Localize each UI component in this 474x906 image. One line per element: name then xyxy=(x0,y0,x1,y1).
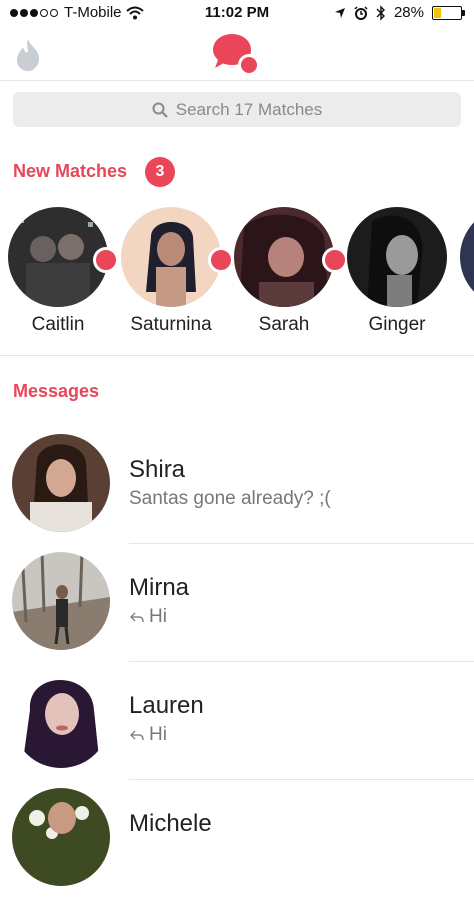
reply-arrow-icon xyxy=(129,612,144,623)
match-name: Caitlin xyxy=(31,314,85,335)
message-preview-text: Hi xyxy=(149,606,167,627)
search-placeholder: Search 17 Matches xyxy=(175,99,323,119)
match-item[interactable]: Caitlin xyxy=(3,207,119,336)
message-preview-text: Santas gone already? ;( xyxy=(129,488,331,509)
message-preview-text: Hi xyxy=(149,724,167,745)
message-sender: Michele xyxy=(129,810,212,837)
chat-bubbles-icon[interactable] xyxy=(212,32,264,78)
new-matches-carousel[interactable]: Caitlin Saturnina Sarah Ginger xyxy=(0,207,474,342)
match-name: Sarah xyxy=(258,314,310,335)
match-item[interactable]: Ginger xyxy=(342,207,452,336)
nav-bar xyxy=(0,28,474,81)
row-separator xyxy=(129,543,474,544)
messages-title: Messages xyxy=(13,381,100,401)
avatar xyxy=(460,207,474,307)
row-separator xyxy=(129,779,474,780)
match-name: S xyxy=(455,314,474,336)
battery-icon xyxy=(432,5,465,20)
match-item[interactable]: S xyxy=(455,207,474,336)
message-sender: Mirna xyxy=(129,574,190,601)
row-separator xyxy=(129,661,474,662)
message-preview: Hi xyxy=(129,724,167,746)
message-row[interactable]: Michele xyxy=(0,788,474,906)
avatar xyxy=(347,207,447,307)
status-right: 28% xyxy=(334,4,465,21)
message-row[interactable]: Shira Santas gone already? ;( xyxy=(0,434,474,552)
avatar xyxy=(234,207,334,307)
alarm-icon xyxy=(354,5,368,20)
reply-arrow-icon xyxy=(129,730,144,741)
avatar xyxy=(121,207,221,307)
location-icon xyxy=(334,7,345,18)
message-preview: Santas gone already? ;( xyxy=(129,488,331,510)
new-matches-title: New Matches xyxy=(13,161,128,181)
avatar xyxy=(12,670,110,768)
bluetooth-icon xyxy=(376,4,385,21)
match-item[interactable]: Sarah xyxy=(229,207,348,336)
message-preview: Hi xyxy=(129,606,167,628)
new-matches-count-badge: 3 xyxy=(145,157,175,187)
avatar xyxy=(12,788,110,886)
battery-label: 28% xyxy=(393,4,424,21)
search-icon xyxy=(152,102,168,118)
message-sender: Shira xyxy=(129,456,186,483)
message-row[interactable]: Lauren Hi xyxy=(0,670,474,788)
section-divider xyxy=(0,355,474,356)
avatar xyxy=(12,434,110,532)
flame-icon[interactable] xyxy=(14,38,42,72)
message-sender: Lauren xyxy=(129,692,204,719)
match-item[interactable]: Saturnina xyxy=(116,207,234,336)
status-bar: T-Mobile 11:02 PM 28% xyxy=(0,0,474,28)
search-input[interactable]: Search 17 Matches xyxy=(13,92,461,127)
match-name: Ginger xyxy=(368,314,426,335)
avatar xyxy=(12,552,110,650)
message-row[interactable]: Mirna Hi xyxy=(0,552,474,670)
match-name: Saturnina xyxy=(130,314,212,335)
